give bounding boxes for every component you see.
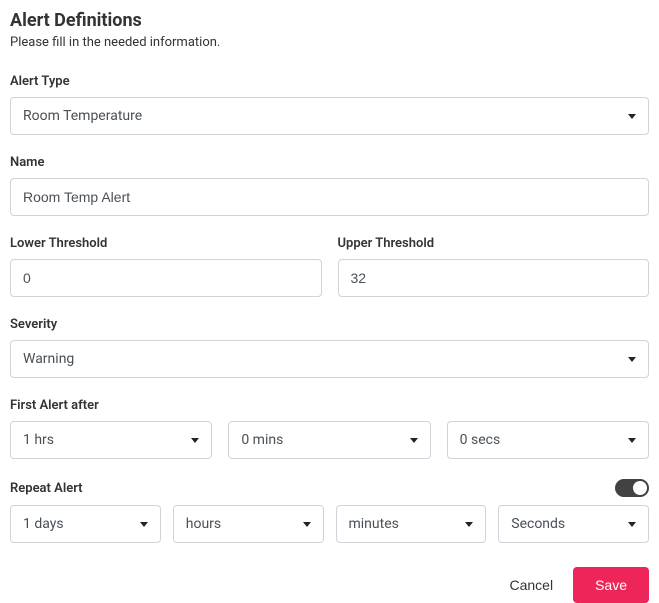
first-alert-label: First Alert after	[10, 398, 649, 413]
repeat-hours-value: hours	[186, 516, 221, 532]
alert-type-value: Room Temperature	[23, 108, 142, 124]
caret-down-icon	[410, 438, 418, 443]
severity-label: Severity	[10, 317, 649, 332]
caret-down-icon	[628, 357, 636, 362]
upper-threshold-input[interactable]	[338, 259, 650, 297]
first-alert-hrs-select[interactable]: 1 hrs	[10, 421, 212, 459]
alert-type-label: Alert Type	[10, 74, 649, 89]
repeat-alert-toggle[interactable]	[615, 479, 649, 497]
name-input[interactable]	[10, 178, 649, 216]
caret-down-icon	[303, 522, 311, 527]
save-button[interactable]: Save	[573, 567, 649, 603]
name-label: Name	[10, 155, 649, 170]
upper-threshold-label: Upper Threshold	[338, 236, 650, 251]
caret-down-icon	[628, 522, 636, 527]
cancel-button[interactable]: Cancel	[509, 577, 553, 593]
alert-type-select[interactable]: Room Temperature	[10, 97, 649, 135]
repeat-hours-select[interactable]: hours	[173, 505, 324, 543]
severity-select[interactable]: Warning	[10, 340, 649, 378]
caret-down-icon	[465, 522, 473, 527]
toggle-knob-icon	[633, 481, 647, 495]
first-alert-mins-select[interactable]: 0 mins	[228, 421, 430, 459]
caret-down-icon	[628, 114, 636, 119]
repeat-days-select[interactable]: 1 days	[10, 505, 161, 543]
repeat-seconds-select[interactable]: Seconds	[498, 505, 649, 543]
caret-down-icon	[628, 438, 636, 443]
page-title: Alert Definitions	[10, 10, 649, 31]
caret-down-icon	[140, 522, 148, 527]
first-alert-secs-select[interactable]: 0 secs	[447, 421, 649, 459]
severity-value: Warning	[23, 351, 74, 367]
lower-threshold-label: Lower Threshold	[10, 236, 322, 251]
repeat-seconds-value: Seconds	[511, 516, 565, 532]
repeat-minutes-select[interactable]: minutes	[336, 505, 487, 543]
repeat-days-value: 1 days	[23, 516, 64, 532]
page-subtitle: Please fill in the needed information.	[10, 35, 649, 50]
repeat-minutes-value: minutes	[349, 516, 399, 532]
first-alert-hrs-value: 1 hrs	[23, 432, 54, 448]
first-alert-mins-value: 0 mins	[241, 432, 283, 448]
first-alert-secs-value: 0 secs	[460, 432, 501, 448]
caret-down-icon	[191, 438, 199, 443]
lower-threshold-input[interactable]	[10, 259, 322, 297]
repeat-alert-label: Repeat Alert	[10, 481, 83, 496]
